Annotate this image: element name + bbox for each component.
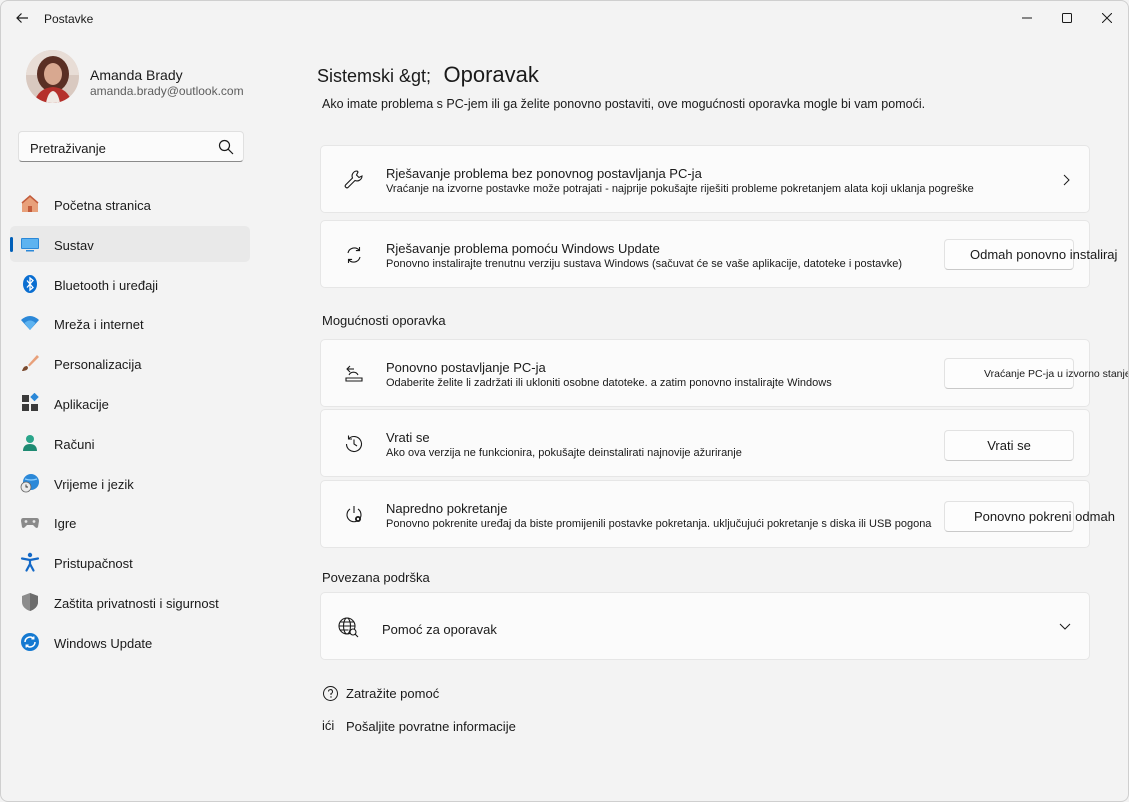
sidebar-item-label: Zaštita privatnosti i sigurnost (54, 595, 219, 611)
card-title: Ponovno postavljanje PC-ja (386, 360, 546, 375)
card-subtitle: Vraćanje na izvorne postavke može potraj… (386, 183, 974, 195)
help-icon (323, 686, 338, 701)
card-subtitle: Ponovno pokrenite uređaj da biste promij… (386, 518, 932, 530)
maximize-icon (1062, 13, 1072, 23)
page-title: Oporavak (443, 62, 539, 87)
feedback-label: Pošaljite povratne informacije (346, 719, 516, 734)
sidebar-item-windows-update[interactable]: Windows Update (10, 624, 250, 660)
card-title: Rješavanje problema bez ponovnog postavl… (386, 166, 702, 181)
sidebar-item-label: Igre (54, 516, 77, 532)
close-button[interactable] (1087, 5, 1127, 31)
recovery-help-card[interactable]: Pomoć za oporavak (320, 592, 1090, 660)
sidebar-item-time-language[interactable]: Vrijeme i jezik (10, 465, 250, 501)
sidebar-item-accessibility[interactable]: Pristupačnost (10, 544, 250, 580)
get-help-label: Zatražite pomoć (346, 686, 440, 701)
sidebar-item-label: Računi (54, 436, 95, 452)
title-bar: Postavke (1, 1, 1128, 35)
settings-window: Postavke Amanda Brady amanda.brady@outlo… (0, 0, 1129, 802)
minimize-icon (1022, 17, 1032, 19)
sidebar-item-network[interactable]: Mreža i internet (10, 305, 250, 341)
sidebar-item-privacy[interactable]: Zaštita privatnosti i sigurnost (10, 584, 250, 620)
system-icon (21, 237, 39, 252)
reset-pc-card: Ponovno postavljanje PC-ja Odaberite žel… (320, 339, 1128, 407)
go-back-card: Vrati se Ako ova verzija ne funkcionira,… (320, 409, 1090, 477)
home-icon (21, 195, 39, 212)
chevron-down-icon[interactable] (1058, 619, 1072, 633)
chevron-right-icon (1063, 174, 1070, 186)
sidebar-nav: Početna stranica Sustav Bluetooth i uređ… (10, 186, 250, 664)
sidebar-item-label: Početna stranica (54, 198, 151, 213)
sidebar-item-label: Bluetooth i uređaji (54, 277, 159, 293)
sidebar-item-label: Mreža i internet (54, 317, 144, 333)
sidebar-item-label: Aplikacije (54, 396, 109, 412)
brush-icon (22, 355, 39, 372)
avatar (26, 50, 79, 103)
back-arrow-icon (16, 13, 28, 23)
section-heading: Povezana podrška (322, 570, 430, 585)
breadcrumb-parent[interactable]: Sistemski &gt; (317, 66, 431, 86)
wrench-icon (344, 170, 363, 189)
close-icon (1102, 13, 1112, 23)
sidebar-item-home[interactable]: Početna stranica (10, 186, 250, 222)
apps-icon (22, 392, 39, 411)
card-title: Napredno pokretanje (386, 501, 508, 516)
feedback-icon: ići (322, 718, 335, 733)
restart-now-button[interactable]: Ponovno pokreni odmah (944, 501, 1115, 532)
search-icon[interactable] (218, 139, 234, 155)
sidebar-item-accounts[interactable]: Računi (10, 425, 250, 461)
shield-icon (22, 592, 38, 611)
windows-update-fix-card: Rješavanje problema pomoću Windows Updat… (320, 220, 1117, 288)
gaming-icon (21, 518, 39, 529)
fix-without-reset-card[interactable]: Rješavanje problema bez ponovnog postavl… (320, 145, 1090, 213)
reinstall-now-button[interactable]: Odmah ponovno instaliraj (944, 239, 1117, 270)
go-back-button[interactable]: Vrati se (944, 430, 1074, 461)
time-language-icon (20, 473, 39, 492)
sidebar-item-label: Personalizacija (54, 357, 142, 373)
sidebar-item-system[interactable]: Sustav (10, 225, 250, 262)
maximize-button[interactable] (1047, 5, 1087, 31)
sidebar-item-label: Windows Update (54, 635, 153, 651)
card-subtitle: Ponovno instalirajte trenutnu verziju su… (386, 258, 903, 270)
globe-icon (338, 617, 359, 638)
sync-icon (347, 247, 361, 263)
sidebar-item-label: Sustav (54, 237, 94, 253)
sidebar-item-personalization[interactable]: Personalizacija (10, 345, 250, 381)
sidebar-item-apps[interactable]: Aplikacije (10, 385, 250, 421)
app-title: Postavke (44, 12, 94, 26)
sidebar-item-bluetooth[interactable]: Bluetooth i uređaji (10, 266, 250, 302)
section-heading: Mogućnosti oporavka (322, 313, 446, 328)
accounts-icon (23, 434, 37, 451)
card-title: Rješavanje problema pomoću Windows Updat… (386, 241, 660, 256)
reset-pc-icon (345, 365, 363, 382)
bluetooth-icon (23, 274, 37, 293)
sidebar-item-label: Vrijeme i jezik (54, 476, 134, 492)
wifi-icon (21, 316, 39, 331)
sidebar-item-gaming[interactable]: Igre (10, 504, 250, 540)
card-title: Vrati se (386, 430, 430, 445)
card-subtitle: Odaberite želite li zadržati ili uklonit… (386, 377, 832, 389)
card-subtitle: Ako ova verzija ne funkcionira, pokušajt… (386, 447, 742, 459)
back-button[interactable] (9, 6, 35, 30)
user-email: amanda.brady@outlook.com (90, 84, 244, 98)
advanced-startup-card: Napredno pokretanje Ponovno pokrenite ur… (320, 480, 1115, 548)
accessibility-icon (20, 552, 40, 572)
minimize-button[interactable] (1007, 5, 1047, 31)
sidebar-item-label: Pristupačnost (54, 556, 133, 572)
history-icon (345, 435, 363, 452)
user-name: Amanda Brady (90, 67, 183, 83)
advanced-startup-icon (346, 506, 362, 523)
search-input[interactable]: Pretraživanje (30, 141, 106, 156)
windows-update-icon (21, 632, 39, 651)
help-item-label: Pomoć za oporavak (382, 622, 497, 637)
breadcrumb: Sistemski &gt; Oporavak (317, 62, 539, 88)
reset-pc-button[interactable]: Vraćanje PC-ja u izvorno stanje (944, 358, 1128, 389)
search-box[interactable]: Pretraživanje (18, 131, 244, 162)
page-description: Ako imate problema s PC-jem ili ga želit… (322, 97, 926, 111)
